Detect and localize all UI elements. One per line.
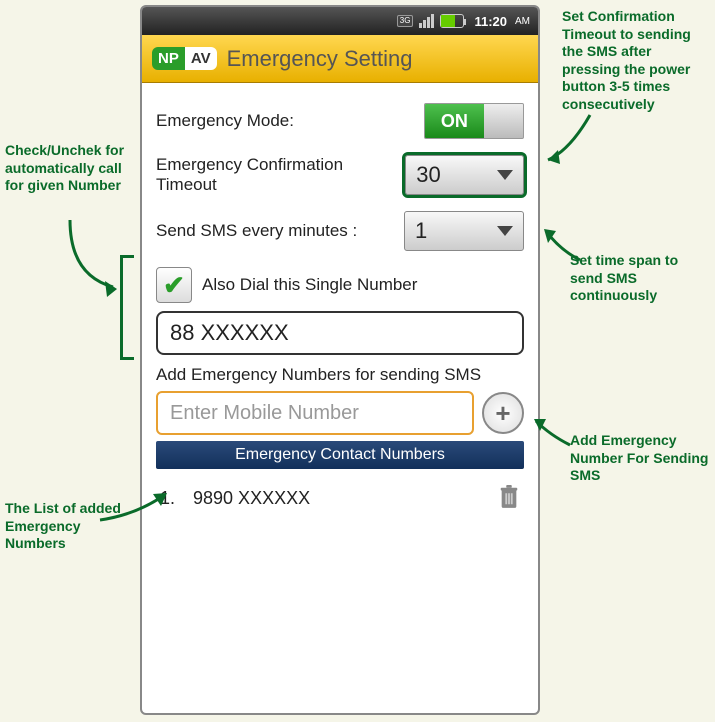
annotation-add: Add Emergency Number For Sending SMS [570, 432, 710, 485]
app-header: NP AV Emergency Setting [142, 35, 538, 83]
arrow-icon [540, 110, 600, 170]
emergency-mode-toggle[interactable]: ON [424, 103, 524, 139]
list-item: 1. 9890 XXXXXX [156, 469, 524, 528]
chevron-down-icon [497, 170, 513, 180]
trash-icon [498, 483, 520, 509]
timeout-label: Emergency Confirmation Timeout [156, 155, 405, 195]
annotation-sms-span: Set time span to send SMS continuously [570, 252, 710, 305]
sms-interval-dropdown[interactable]: 1 [404, 211, 524, 251]
sms-interval-value: 1 [415, 218, 427, 244]
sms-interval-row: Send SMS every minutes : 1 [156, 211, 524, 251]
logo-av: AV [185, 47, 217, 70]
emergency-mode-row: Emergency Mode: ON [156, 103, 524, 139]
annotation-timeout: Set Confirmation Timeout to sending the … [562, 8, 712, 113]
annotation-check: Check/Unchek for automatically call for … [5, 142, 135, 195]
status-time: 11:20 [474, 14, 507, 29]
arrow-icon [65, 215, 125, 295]
signal-icon [419, 14, 434, 28]
timeout-value: 30 [416, 162, 440, 188]
status-bar: 3G 11:20 AM [142, 7, 538, 35]
network-3g-icon: 3G [397, 15, 414, 27]
phone-frame: 3G 11:20 AM NP AV Emergency Setting Emer… [140, 5, 540, 715]
dial-checkbox-row: ✔ Also Dial this Single Number [156, 267, 524, 303]
sms-interval-label: Send SMS every minutes : [156, 221, 357, 241]
add-number-row: Enter Mobile Number + [156, 391, 524, 435]
toggle-on-label: ON [425, 104, 484, 138]
add-numbers-label: Add Emergency Numbers for sending SMS [156, 365, 524, 385]
toggle-off-side [484, 104, 523, 138]
delete-button[interactable] [498, 483, 520, 514]
mobile-placeholder: Enter Mobile Number [170, 402, 359, 425]
app-logo: NP AV [152, 47, 217, 70]
plus-icon: + [495, 398, 510, 429]
battery-icon [440, 14, 464, 28]
chevron-down-icon [497, 226, 513, 236]
status-ampm: AM [515, 16, 530, 27]
emergency-mode-label: Emergency Mode: [156, 111, 294, 131]
dial-checkbox[interactable]: ✔ [156, 267, 192, 303]
dial-checkbox-label: Also Dial this Single Number [202, 275, 417, 295]
dial-number-value: 88 XXXXXX [170, 320, 289, 346]
timeout-row: Emergency Confirmation Timeout 30 [156, 155, 524, 195]
arrow-icon [540, 225, 590, 265]
arrow-icon [530, 415, 580, 455]
contacts-list-header: Emergency Contact Numbers [156, 441, 524, 469]
content-area: Emergency Mode: ON Emergency Confirmatio… [142, 83, 538, 538]
arrow-icon [95, 490, 175, 530]
check-icon: ✔ [163, 270, 185, 301]
dial-number-input[interactable]: 88 XXXXXX [156, 311, 524, 355]
add-number-button[interactable]: + [482, 392, 524, 434]
page-title: Emergency Setting [227, 46, 413, 72]
list-item-number: 9890 XXXXXX [193, 488, 310, 509]
timeout-dropdown[interactable]: 30 [405, 155, 524, 195]
mobile-number-input[interactable]: Enter Mobile Number [156, 391, 474, 435]
logo-np: NP [152, 47, 185, 70]
